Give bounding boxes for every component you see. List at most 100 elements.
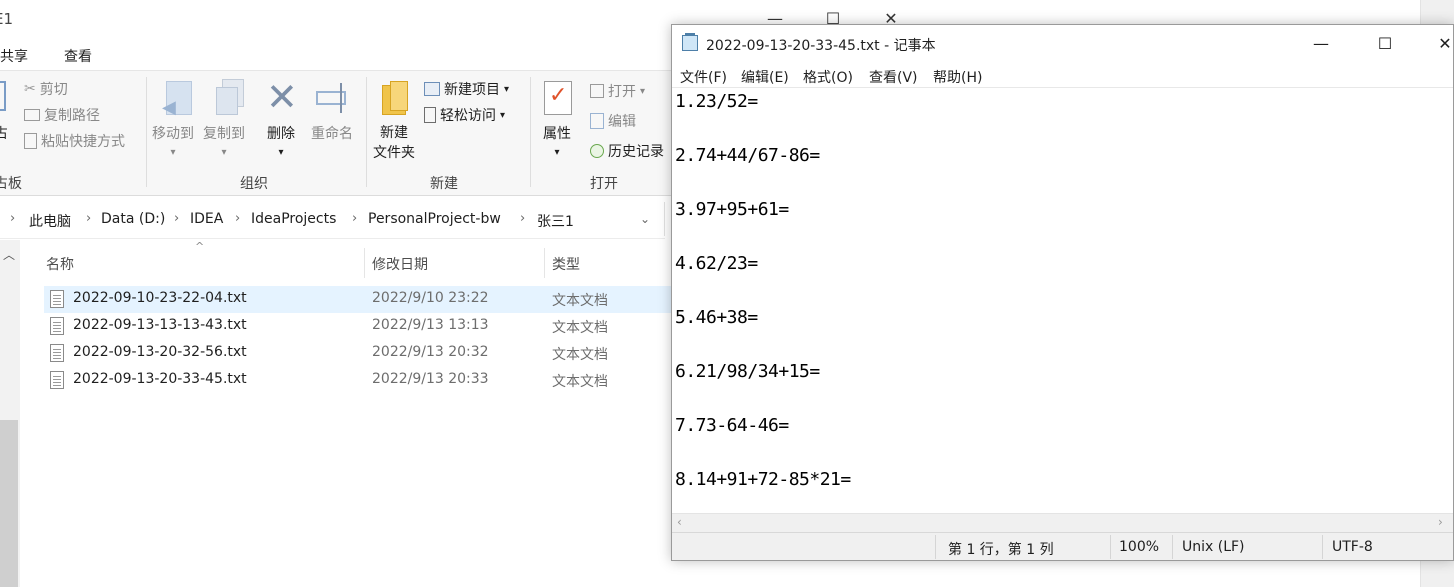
open-icon	[590, 84, 604, 98]
menu-help[interactable]: 帮助(H)	[933, 67, 982, 87]
scissors-icon: ✂	[24, 81, 36, 97]
cursor-position: 第 1 行，第 1 列	[948, 542, 1054, 558]
notepad-window: 2022-09-13-20-33-45.txt - 记事本 — ☐ ✕ 文件(F…	[671, 24, 1454, 561]
notepad-text-area[interactable]: 1.23/52= 2.74+44/67-86= 3.97+95+61= 4.62…	[672, 87, 1453, 514]
file-type: 文本文档	[552, 347, 608, 363]
rename-button[interactable]: 重命名	[311, 123, 353, 143]
easy-access-button[interactable]: 轻松访问 ▾	[424, 105, 505, 125]
scroll-up-icon[interactable]: ︿	[3, 246, 15, 263]
breadcrumb-item-current-folder[interactable]: 张三1	[537, 211, 574, 231]
tab-view[interactable]: 查看	[64, 46, 92, 66]
file-name: 2022-09-13-20-32-56.txt	[73, 344, 247, 360]
file-row[interactable]: 2022-09-13-20-33-45.txt 2022/9/13 20:33 …	[44, 367, 674, 394]
scroll-right-icon[interactable]: ›	[1438, 515, 1443, 529]
delete-button[interactable]: 删除 ▾	[267, 123, 295, 159]
file-type: 文本文档	[552, 320, 608, 336]
breadcrumb-item-data-drive[interactable]: Data (D:)	[101, 211, 165, 227]
notepad-close-button[interactable]: ✕	[1422, 31, 1453, 57]
copy-path-button[interactable]: 复制路径	[24, 105, 100, 125]
copy-path-icon	[24, 109, 40, 121]
notepad-icon	[682, 33, 700, 51]
explorer-title: E1	[0, 10, 14, 28]
encoding: UTF-8	[1332, 539, 1373, 555]
chevron-down-icon[interactable]: ⌄	[640, 212, 650, 226]
new-item-icon	[424, 82, 440, 96]
chevron-down-icon: ▾	[504, 83, 510, 95]
breadcrumb-item-idea[interactable]: IDEA	[190, 211, 223, 227]
edit-icon	[590, 113, 604, 129]
line-ending: Unix (LF)	[1182, 539, 1245, 555]
history-label: 历史记录	[608, 144, 664, 160]
history-button[interactable]: 历史记录	[590, 141, 664, 161]
history-icon	[590, 144, 604, 158]
file-name: 2022-09-10-23-22-04.txt	[73, 290, 247, 306]
menu-edit[interactable]: 编辑(E)	[741, 67, 789, 87]
rename-icon	[316, 83, 352, 113]
group-divider	[146, 77, 147, 187]
breadcrumb-item-ideaprojects[interactable]: IdeaProjects	[251, 211, 336, 227]
breadcrumb[interactable]: › 此电脑 › Data (D:) › IDEA › IdeaProjects …	[0, 200, 665, 239]
notepad-menu-bar: 文件(F) 编辑(E) 格式(O) 查看(V) 帮助(H)	[672, 65, 1453, 87]
properties-button[interactable]: 属性 ▾	[543, 123, 571, 159]
cut-button[interactable]: ✂ 剪切	[24, 79, 68, 99]
file-type: 文本文档	[552, 293, 608, 309]
horizontal-scrollbar[interactable]: ‹ ›	[672, 513, 1453, 532]
text-file-icon	[50, 290, 64, 308]
text-line: 4.62/23=	[675, 253, 758, 274]
chevron-right-icon: ›	[352, 211, 358, 226]
breadcrumb-item-this-pc[interactable]: 此电脑	[29, 211, 71, 231]
edit-button[interactable]: 编辑	[590, 111, 636, 131]
sort-ascending-icon: ^	[195, 240, 205, 253]
chevron-right-icon: ›	[10, 211, 16, 226]
paste-shortcut-button[interactable]: 粘贴快捷方式	[24, 131, 125, 151]
scroll-left-icon[interactable]: ‹	[677, 515, 682, 529]
copy-to-button[interactable]: 复制到 ▾	[203, 123, 245, 159]
column-header-date[interactable]: 修改日期	[372, 254, 428, 274]
open-button[interactable]: 打开 ▾	[590, 81, 645, 101]
column-header-name[interactable]: 名称	[46, 254, 74, 274]
open-label: 打开	[608, 84, 636, 100]
file-row[interactable]: 2022-09-13-20-32-56.txt 2022/9/13 20:32 …	[44, 340, 674, 367]
column-divider[interactable]	[364, 248, 365, 278]
text-line: 7.73-64-46=	[675, 415, 789, 436]
zoom-level: 100%	[1119, 539, 1160, 555]
tab-share[interactable]: 共享	[0, 46, 28, 66]
breadcrumb-item-personalproject[interactable]: PersonalProject-bw	[368, 211, 501, 227]
column-header-type[interactable]: 类型	[552, 254, 580, 274]
new-group-label: 新建	[430, 176, 458, 192]
new-item-label: 新建项目	[444, 82, 500, 98]
chevron-down-icon: ▾	[500, 109, 506, 121]
file-name: 2022-09-13-13-13-43.txt	[73, 317, 247, 333]
menu-view[interactable]: 查看(V)	[869, 67, 918, 87]
delete-icon: ✕	[266, 75, 298, 119]
file-row[interactable]: 2022-09-13-13-13-43.txt 2022/9/13 13:13 …	[44, 313, 674, 340]
move-to-icon: ◀	[162, 81, 194, 118]
notepad-title: 2022-09-13-20-33-45.txt - 记事本	[706, 38, 936, 54]
cut-label: 剪切	[39, 82, 68, 98]
easy-access-icon	[424, 107, 436, 123]
easy-access-label: 轻松访问	[440, 108, 496, 124]
file-row[interactable]: 2022-09-10-23-22-04.txt 2022/9/10 23:22 …	[44, 286, 674, 313]
new-item-button[interactable]: 新建项目 ▾	[424, 79, 509, 99]
new-folder-button[interactable]: 新建 文件夹	[373, 123, 415, 163]
paste-button[interactable]: 占	[0, 123, 8, 143]
paste-shortcut-label: 粘贴快捷方式	[41, 134, 125, 150]
chevron-right-icon: ›	[174, 211, 180, 226]
status-divider	[1322, 535, 1323, 559]
text-file-icon	[50, 317, 64, 335]
status-divider	[935, 535, 936, 559]
menu-file[interactable]: 文件(F)	[680, 67, 727, 87]
menu-format[interactable]: 格式(O)	[803, 67, 853, 87]
scrollbar-thumb[interactable]	[0, 420, 18, 587]
group-divider	[530, 77, 531, 187]
column-divider[interactable]	[544, 248, 545, 278]
organize-group-label: 组织	[240, 176, 268, 192]
text-line: 5.46+38=	[675, 307, 758, 328]
notepad-maximize-button[interactable]: ☐	[1362, 31, 1408, 57]
chevron-right-icon: ›	[86, 211, 92, 226]
move-to-button[interactable]: 移动到 ▾	[152, 123, 194, 159]
open-group-label: 打开	[590, 176, 618, 192]
new-folder-label-1: 新建	[380, 125, 408, 141]
group-divider	[366, 77, 367, 187]
notepad-minimize-button[interactable]: —	[1298, 31, 1344, 57]
